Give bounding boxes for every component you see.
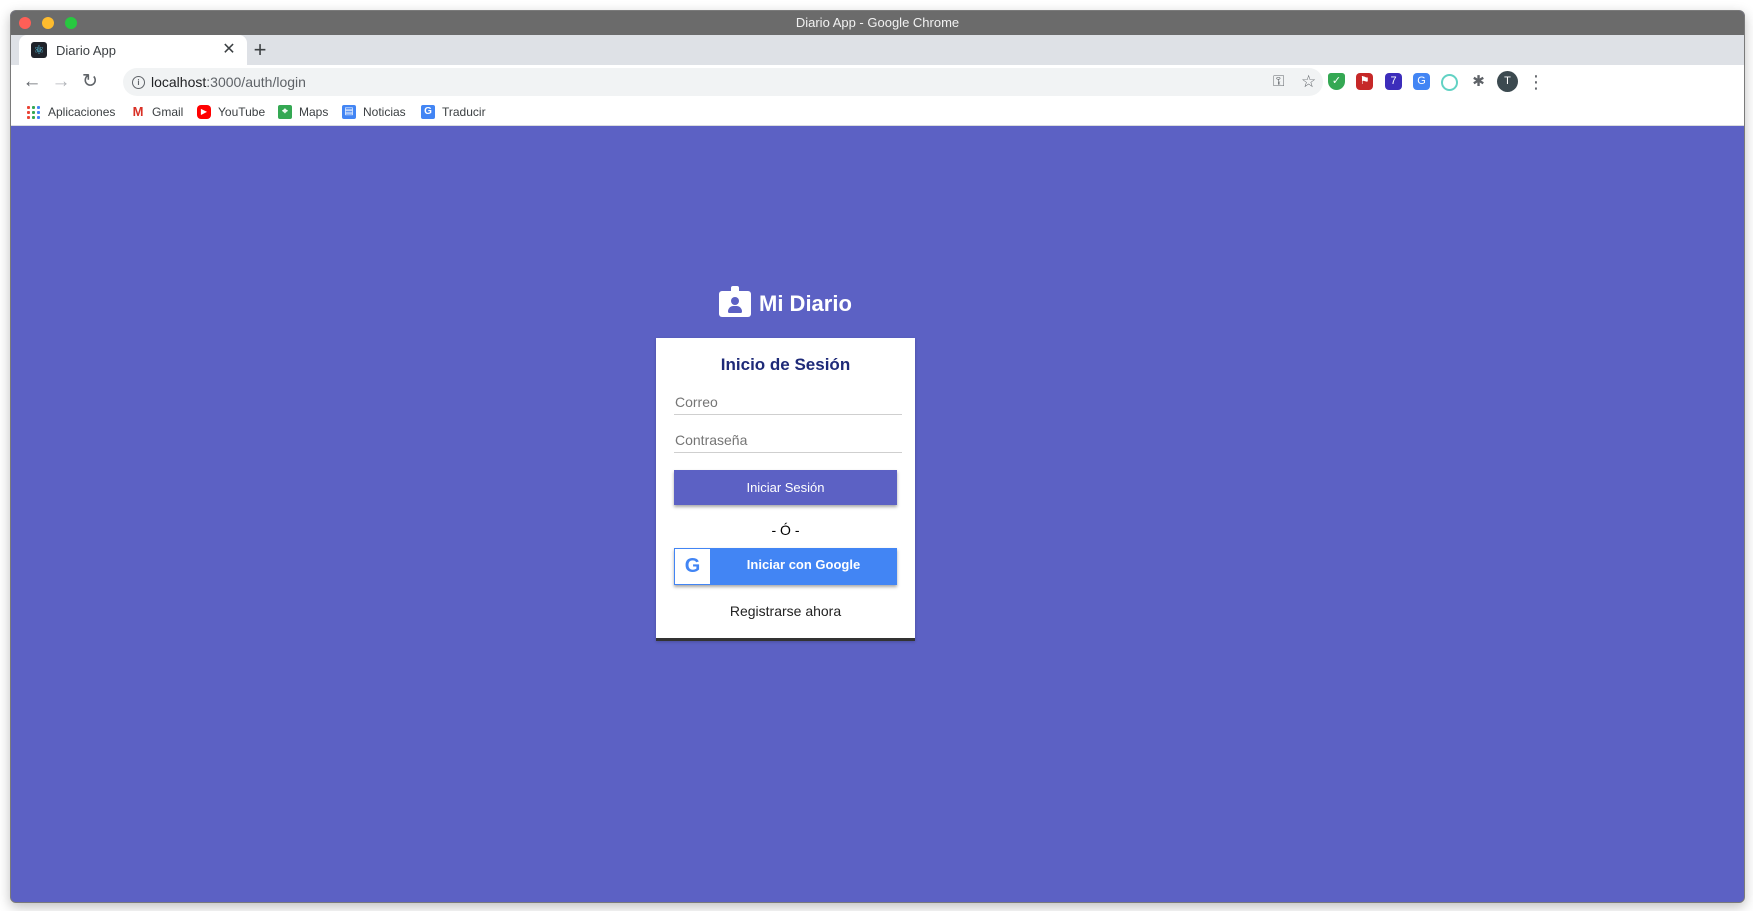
- shield-extension-icon[interactable]: ✓: [1328, 73, 1345, 90]
- email-field[interactable]: [674, 390, 902, 415]
- bookmark-gmail[interactable]: M Gmail: [131, 99, 183, 125]
- login-heading: Inicio de Sesión: [720, 355, 851, 374]
- new-tab-button[interactable]: +: [247, 38, 273, 64]
- site-info-icon[interactable]: i: [132, 76, 145, 89]
- google-logo-icon: G: [675, 549, 710, 584]
- bookmark-traducir[interactable]: G Traducir: [421, 99, 486, 125]
- close-tab-icon[interactable]: ✕: [219, 40, 239, 60]
- page-content: Mi Diario Inicio de Sesión Iniciar Sesió…: [11, 126, 1744, 902]
- forward-arrow-icon[interactable]: →: [48, 69, 74, 95]
- browser-window: Diario App - Google Chrome ⚛ Diario App …: [10, 10, 1745, 903]
- circle-extension-icon[interactable]: [1441, 74, 1458, 91]
- back-arrow-icon[interactable]: ←: [19, 69, 45, 95]
- news-icon: ▤: [342, 105, 356, 119]
- tab-diario-app[interactable]: ⚛ Diario App ✕: [19, 35, 247, 65]
- bookmark-youtube[interactable]: ▶ YouTube: [197, 99, 265, 125]
- close-window-button[interactable]: [19, 17, 31, 29]
- bookmarks-bar: Aplicaciones M Gmail ▶ YouTube ⌖ Maps ▤ …: [11, 99, 1744, 126]
- google-login-button[interactable]: G Iniciar con Google: [674, 548, 897, 585]
- window-title: Diario App - Google Chrome: [795, 15, 960, 30]
- apps-icon: [27, 105, 40, 119]
- react-favicon-icon: ⚛: [31, 42, 47, 58]
- maps-icon: ⌖: [278, 105, 292, 119]
- minimize-window-button[interactable]: [42, 17, 54, 29]
- url-text: localhost:3000/auth/login: [151, 74, 306, 90]
- browser-menu-icon[interactable]: ⋮: [1526, 69, 1546, 95]
- id-badge-icon: [719, 286, 751, 317]
- brand-title: Mi Diario: [759, 291, 852, 316]
- login-card: Inicio de Sesión Iniciar Sesión - Ó - G …: [656, 338, 915, 641]
- reload-icon[interactable]: ↻: [77, 69, 103, 95]
- purple-extension-icon[interactable]: 7: [1385, 73, 1402, 90]
- window-controls: [19, 17, 77, 29]
- bookmark-noticias[interactable]: ▤ Noticias: [342, 99, 406, 125]
- tab-strip: ⚛ Diario App ✕ +: [11, 35, 1744, 65]
- maximize-window-button[interactable]: [65, 17, 77, 29]
- bookmark-maps[interactable]: ⌖ Maps: [278, 99, 328, 125]
- app-brand: Mi Diario: [719, 286, 852, 317]
- or-divider: - Ó -: [771, 522, 800, 538]
- translate-icon: G: [421, 105, 435, 119]
- bookmark-star-icon[interactable]: ☆: [1301, 68, 1316, 96]
- key-icon[interactable]: ⚿: [1273, 68, 1284, 96]
- login-button[interactable]: Iniciar Sesión: [674, 470, 897, 505]
- address-bar[interactable]: i localhost:3000/auth/login ⚿ ☆: [123, 68, 1323, 96]
- browser-toolbar: ← → ↻ i localhost:3000/auth/login ⚿ ☆ ✓ …: [11, 65, 1744, 99]
- profile-avatar[interactable]: T: [1497, 71, 1518, 92]
- register-link[interactable]: Registrarse ahora: [656, 603, 915, 619]
- google-login-label: Iniciar con Google: [746, 557, 861, 572]
- title-bar: Diario App - Google Chrome: [11, 11, 1744, 35]
- gmail-icon: M: [131, 104, 145, 119]
- puzzle-extensions-icon[interactable]: ✱: [1470, 73, 1487, 90]
- red-extension-icon[interactable]: ⚑: [1356, 73, 1373, 90]
- tab-title: Diario App: [56, 42, 116, 58]
- bookmark-aplicaciones[interactable]: Aplicaciones: [27, 99, 115, 125]
- translate-extension-icon[interactable]: G: [1413, 73, 1430, 90]
- youtube-icon: ▶: [197, 105, 211, 119]
- password-field[interactable]: [674, 428, 902, 453]
